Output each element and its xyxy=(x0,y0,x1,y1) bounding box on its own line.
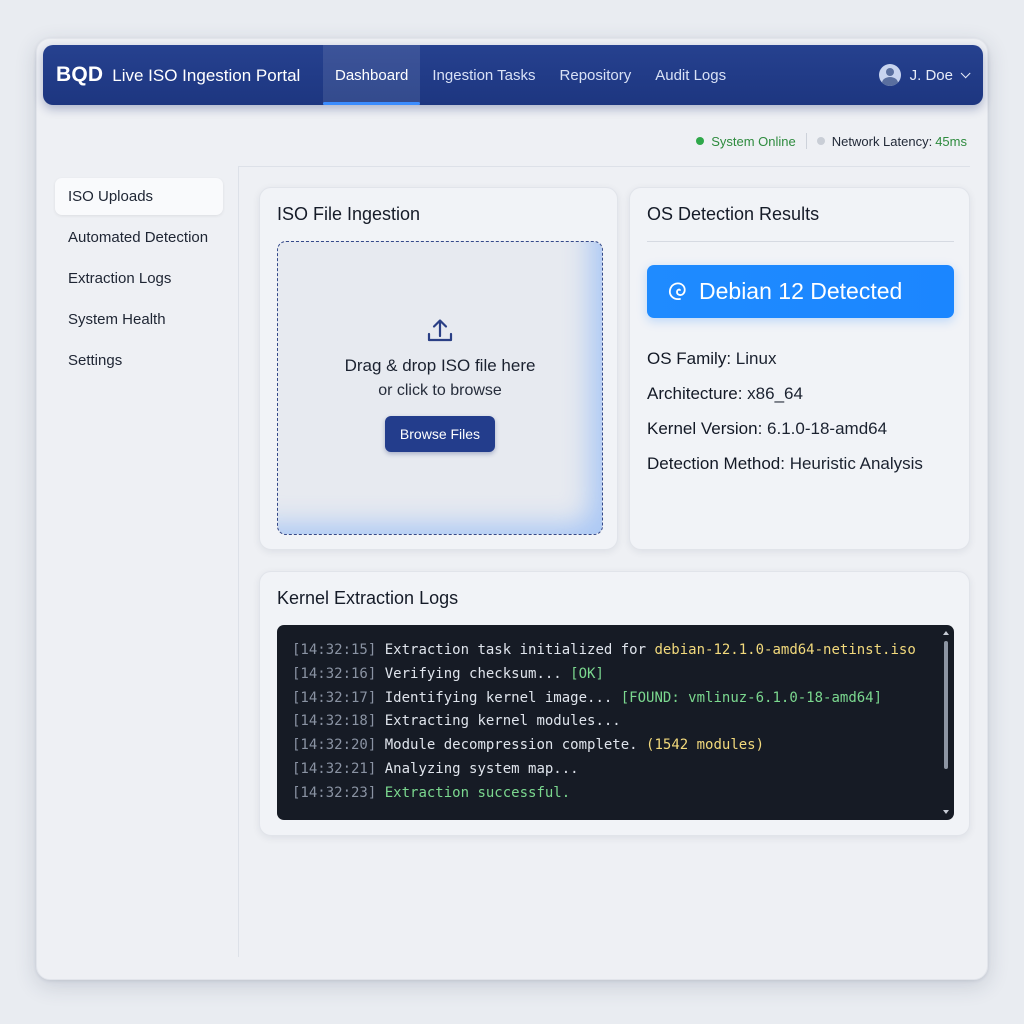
detail-architecture: Architecture: x86_64 xyxy=(647,376,923,411)
browse-files-button[interactable]: Browse Files xyxy=(384,416,496,452)
log-text: Extraction task initialized for xyxy=(384,642,655,658)
dropzone-subtitle: or click to browse xyxy=(378,382,502,399)
chevron-down-icon xyxy=(960,67,971,78)
nav-audit-logs[interactable]: Audit Logs xyxy=(643,45,738,105)
log-line: [14:32:17] Identifying kernel image... [… xyxy=(292,687,954,711)
log-terminal[interactable]: [14:32:15] Extraction task initialized f… xyxy=(277,625,954,820)
system-status: System Online xyxy=(696,134,796,149)
log-highlight: [OK] xyxy=(570,665,604,682)
card-title: Kernel Extraction Logs xyxy=(277,588,459,608)
detail-label: Architecture: xyxy=(647,384,743,403)
portal-title: Live ISO Ingestion Portal xyxy=(112,66,301,85)
detection-details: OS Family: Linux Architecture: x86_64 Ke… xyxy=(647,341,923,481)
sidebar: ISO Uploads Automated Detection Extracti… xyxy=(55,178,223,383)
log-highlight: (1542 modules) xyxy=(646,737,765,754)
online-dot-icon xyxy=(696,137,705,145)
log-line: [14:32:16] Verifying checksum... [OK] xyxy=(292,663,954,687)
log-timestamp: [14:32:16] xyxy=(292,665,377,682)
upload-icon xyxy=(427,319,453,342)
top-navbar: BQD Live ISO Ingestion Portal Dashboard … xyxy=(43,45,983,105)
iso-ingestion-card: ISO File Ingestion Drag & drop ISO file … xyxy=(259,187,618,550)
log-text: Identifying kernel image... xyxy=(384,689,621,706)
sidebar-item-extraction-logs[interactable]: Extraction Logs xyxy=(55,260,223,297)
scroll-up-icon[interactable] xyxy=(943,631,949,635)
detail-value: Linux xyxy=(735,349,777,368)
status-divider xyxy=(805,133,807,149)
log-text: Module decompression complete. xyxy=(384,737,647,754)
log-timestamp: [14:32:15] xyxy=(292,642,377,658)
scroll-down-icon[interactable] xyxy=(943,810,949,814)
avatar-icon xyxy=(878,64,901,86)
latency-label: Network Latency: xyxy=(831,133,933,149)
log-line: [14:32:21] Analyzing system map... xyxy=(292,758,954,782)
log-highlight: debian-12.1.0-amd64-netinst.iso xyxy=(654,642,916,658)
detection-result-badge: Debian 12 Detected xyxy=(647,265,954,318)
user-menu[interactable]: J. Doe xyxy=(878,45,971,105)
detail-value: x86_64 xyxy=(747,384,803,403)
network-latency: Network Latency: 45ms xyxy=(816,133,967,149)
detail-value: Heuristic Analysis xyxy=(789,454,923,473)
content-top-divider xyxy=(238,166,970,167)
user-name: J. Doe xyxy=(909,66,953,84)
log-line: [14:32:23] Extraction successful. xyxy=(292,782,954,806)
detail-kernel-version: Kernel Version: 6.1.0-18-amd64 xyxy=(647,411,923,446)
sidebar-item-settings[interactable]: Settings xyxy=(55,342,223,379)
log-text: Verifying checksum... xyxy=(384,665,571,682)
brand[interactable]: BQD Live ISO Ingestion Portal xyxy=(43,63,323,87)
scroll-thumb[interactable] xyxy=(944,641,948,769)
sidebar-item-iso-uploads[interactable]: ISO Uploads xyxy=(55,178,223,215)
kernel-logs-card: Kernel Extraction Logs [14:32:15] Extrac… xyxy=(259,571,970,836)
detail-label: Kernel Version: xyxy=(647,419,763,438)
brand-logo: BQD xyxy=(56,63,104,86)
log-line: [14:32:15] Extraction task initialized f… xyxy=(292,639,954,663)
app-window: BQD Live ISO Ingestion Portal Dashboard … xyxy=(36,38,988,980)
nav-repository[interactable]: Repository xyxy=(548,45,644,105)
status-bar: System Online Network Latency: 45ms xyxy=(696,133,967,149)
log-scrollbar[interactable] xyxy=(943,631,949,814)
detail-label: OS Family: xyxy=(647,349,732,368)
nav-dashboard[interactable]: Dashboard xyxy=(323,45,421,105)
detail-detection-method: Detection Method: Heuristic Analysis xyxy=(647,446,923,481)
debian-swirl-icon xyxy=(668,281,686,300)
log-timestamp: [14:32:20] xyxy=(292,737,377,754)
iso-dropzone[interactable]: Drag & drop ISO file here or click to br… xyxy=(277,241,603,535)
log-timestamp: [14:32:21] xyxy=(292,760,377,777)
log-line: [14:32:20] Module decompression complete… xyxy=(292,734,954,758)
card-divider xyxy=(647,241,954,242)
latency-dot-icon xyxy=(816,137,825,145)
nav-ingestion-tasks[interactable]: Ingestion Tasks xyxy=(420,45,547,105)
system-status-text: System Online xyxy=(711,133,796,149)
log-text: Extracting kernel modules... xyxy=(384,713,621,730)
detail-label: Detection Method: xyxy=(647,454,785,473)
os-detection-card: OS Detection Results Debian 12 Detected … xyxy=(629,187,970,550)
log-highlight: Extraction successful. xyxy=(384,784,571,801)
card-title: ISO File Ingestion xyxy=(277,204,421,224)
log-line: [14:32:18] Extracting kernel modules... xyxy=(292,710,954,734)
dropzone-title: Drag & drop ISO file here xyxy=(344,356,536,375)
detection-result-text: Debian 12 Detected xyxy=(699,278,903,304)
sidebar-item-automated-detection[interactable]: Automated Detection xyxy=(55,219,223,256)
sidebar-item-system-health[interactable]: System Health xyxy=(55,301,223,338)
main-nav: Dashboard Ingestion Tasks Repository Aud… xyxy=(323,45,738,105)
log-highlight: [FOUND: vmlinuz-6.1.0-18-amd64] xyxy=(620,689,883,706)
sidebar-divider xyxy=(238,167,239,957)
log-timestamp: [14:32:18] xyxy=(292,713,377,730)
detail-os-family: OS Family: Linux xyxy=(647,341,923,376)
latency-value: 45ms xyxy=(935,133,967,149)
log-text: Analyzing system map... xyxy=(384,760,579,777)
log-timestamp: [14:32:23] xyxy=(292,784,377,801)
detail-value: 6.1.0-18-amd64 xyxy=(767,419,888,438)
card-title: OS Detection Results xyxy=(647,204,820,224)
log-timestamp: [14:32:17] xyxy=(292,689,377,706)
